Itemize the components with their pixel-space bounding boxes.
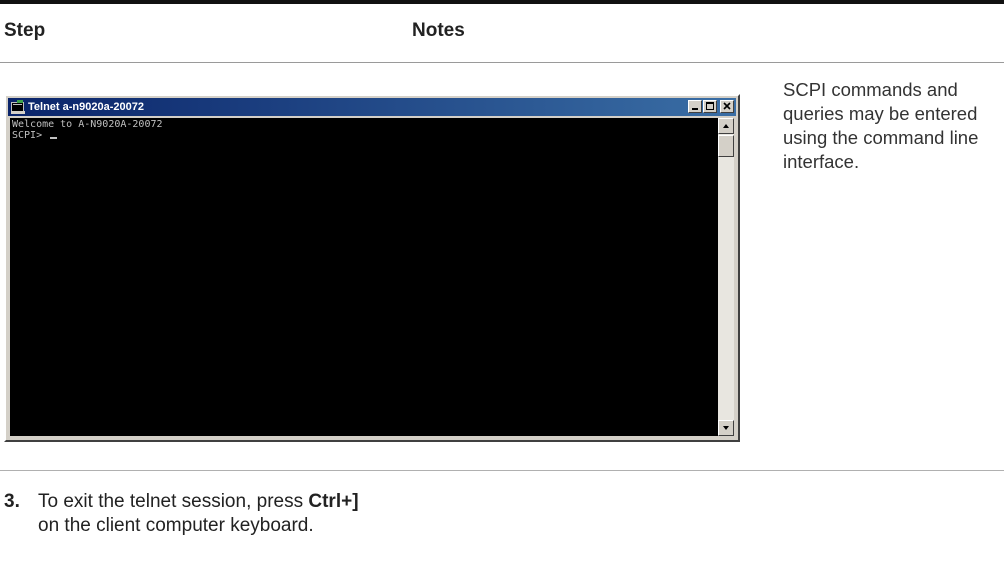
notes-column-header: Notes: [412, 20, 465, 41]
maximize-icon: [706, 102, 714, 110]
step-column-header: Step: [4, 20, 46, 41]
step-3: 3. To exit the telnet session, press Ctr…: [4, 490, 384, 538]
scroll-up-button[interactable]: [718, 118, 734, 134]
close-button[interactable]: [720, 100, 734, 113]
window-title: Telnet a-n9020a-20072: [28, 101, 144, 113]
maximize-button[interactable]: [703, 100, 717, 113]
step-number: 3.: [4, 491, 20, 512]
terminal-icon: [11, 100, 25, 114]
step-text-after: on the client computer keyboard.: [38, 515, 314, 536]
scpi-prompt: SCPI>: [12, 130, 49, 141]
minimize-icon: [692, 108, 698, 110]
text-cursor: [50, 137, 58, 139]
row-divider: [0, 470, 1004, 471]
arrow-down-icon: [723, 426, 729, 430]
vertical-scrollbar[interactable]: [718, 118, 734, 436]
minimize-button[interactable]: [688, 100, 702, 113]
step-text: To exit the telnet session, press Ctrl+]…: [38, 490, 384, 538]
console-welcome-line: Welcome to A-N9020A-20072: [12, 119, 163, 130]
scroll-thumb[interactable]: [718, 135, 734, 157]
telnet-window: Telnet a-n9020a-20072 Welcome to A-N9020…: [4, 94, 740, 442]
close-icon: [723, 102, 731, 110]
key-combination: Ctrl+]: [308, 491, 359, 512]
scroll-down-button[interactable]: [718, 420, 734, 436]
top-rule: [0, 0, 1004, 4]
title-bar[interactable]: Telnet a-n9020a-20072: [8, 98, 736, 116]
arrow-up-icon: [723, 124, 729, 128]
notes-text: SCPI commands and queries may be entered…: [783, 79, 979, 172]
console-prompt-line: SCPI>: [12, 130, 716, 141]
console-output[interactable]: Welcome to A-N9020A-20072 SCPI>: [10, 118, 718, 436]
step-text-before: To exit the telnet session, press: [38, 491, 309, 512]
header-divider: [0, 62, 1004, 63]
